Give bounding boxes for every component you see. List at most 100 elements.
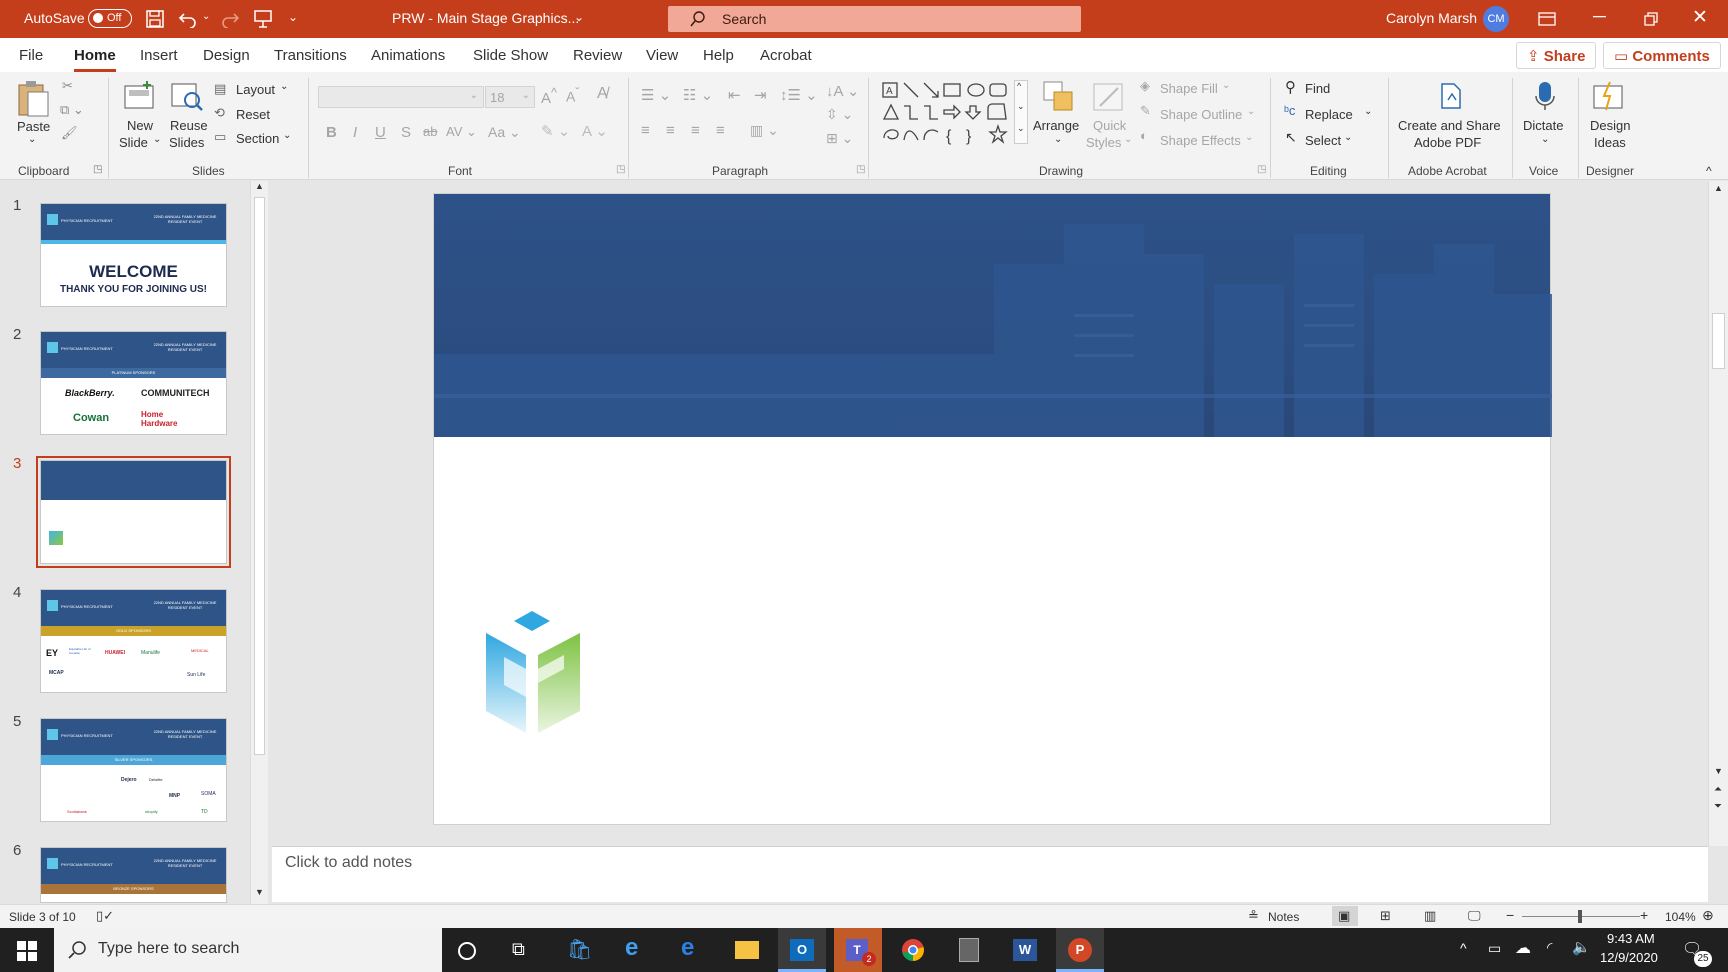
decrease-font-size-icon[interactable]: Aˇ <box>566 86 579 105</box>
clock-time[interactable]: 9:43 AM <box>1607 931 1655 946</box>
select-dropdown-icon[interactable]: ⌄ <box>1344 132 1352 143</box>
taskbar-teams[interactable]: T2 <box>834 928 882 972</box>
slide-sorter-icon[interactable]: ⊞ <box>1380 908 1391 924</box>
new-slide-label[interactable]: New <box>127 118 153 133</box>
shapes-gallery[interactable]: A {} <box>880 80 1014 150</box>
copy-icon[interactable]: ⧉ ⌄ <box>60 102 84 118</box>
text-shadow-icon[interactable]: S <box>401 124 411 141</box>
taskbar-search[interactable]: Type here to search <box>54 928 442 972</box>
slide-thumbnail-6[interactable]: PHYSICIAN RECRUITMENT 22ND ANNUAL FAMILY… <box>40 847 227 903</box>
redo-icon[interactable] <box>220 10 240 28</box>
new-slide-icon[interactable] <box>123 80 157 112</box>
undo-icon[interactable] <box>178 10 198 28</box>
taskbar-outlook[interactable]: O <box>778 928 826 972</box>
slide-thumbnail-3[interactable] <box>40 460 227 564</box>
tab-file[interactable]: File <box>19 47 43 64</box>
tab-help[interactable]: Help <box>703 47 734 64</box>
shapes-gallery-scroll[interactable]: ^ ⌄ ⌄ <box>1014 80 1028 144</box>
shape-effects-dropdown-icon[interactable]: ⌄ <box>1245 132 1253 143</box>
taskbar-ie[interactable]: e <box>611 928 659 972</box>
tab-transitions[interactable]: Transitions <box>274 47 347 64</box>
strikethrough-icon[interactable]: ab <box>423 124 437 139</box>
avatar[interactable]: CM <box>1483 6 1509 32</box>
find-button[interactable]: Find <box>1305 81 1330 96</box>
smartart-icon[interactable]: ⊞ ⌄ <box>826 130 853 147</box>
zoom-out-icon[interactable]: − <box>1506 907 1514 923</box>
comments-button[interactable]: ▭ Comments <box>1603 42 1721 69</box>
shape-fill-button[interactable]: Shape Fill <box>1160 81 1218 96</box>
design-ideas-label-2[interactable]: Ideas <box>1594 135 1626 150</box>
notes-button[interactable]: Notes <box>1268 910 1299 924</box>
layout-button[interactable]: Layout <box>236 82 275 97</box>
taskbar-store[interactable]: 🛍 <box>555 928 603 972</box>
paste-label[interactable]: Paste <box>17 119 50 134</box>
quick-styles-dropdown-icon[interactable]: ⌄ <box>1124 134 1132 145</box>
clipboard-launcher-icon[interactable]: ◳ <box>93 164 102 175</box>
taskbar-calculator[interactable] <box>945 928 993 972</box>
drawing-launcher-icon[interactable]: ◳ <box>1257 164 1266 175</box>
justify-icon[interactable]: ≡ <box>716 122 725 139</box>
windows-start-icon[interactable] <box>17 941 37 961</box>
select-icon[interactable]: ↖ <box>1285 129 1297 146</box>
new-slide-dropdown-icon[interactable]: ⌄ <box>153 134 161 145</box>
shape-effects-button[interactable]: Shape Effects <box>1160 133 1241 148</box>
replace-dropdown-icon[interactable]: ⌄ <box>1364 106 1372 117</box>
align-text-icon[interactable]: ⇳ ⌄ <box>826 106 853 123</box>
restore-icon[interactable] <box>1644 12 1658 26</box>
fit-to-window-icon[interactable]: ⊕ <box>1702 907 1714 924</box>
adobe-pdf-icon[interactable] <box>1438 82 1464 110</box>
columns-icon[interactable]: ▥ ⌄ <box>750 122 779 139</box>
shape-fill-dropdown-icon[interactable]: ⌄ <box>1222 80 1230 91</box>
document-title[interactable]: PRW - Main Stage Graphics... <box>392 10 579 26</box>
customize-toolbar-icon[interactable]: ⌄ <box>288 10 298 24</box>
clock-date[interactable]: 12/9/2020 <box>1600 950 1658 965</box>
previous-slide-icon[interactable]: ⏶ <box>1714 784 1722 795</box>
change-case-icon[interactable]: Aa ⌄ <box>488 124 521 141</box>
align-right-icon[interactable]: ≡ <box>691 122 700 139</box>
undo-dropdown-icon[interactable]: ⌄ <box>202 11 210 22</box>
wifi-icon[interactable]: ◜ <box>1547 939 1552 956</box>
increase-indent-icon[interactable]: ⇥ <box>754 86 767 104</box>
tab-animations[interactable]: Animations <box>371 47 445 64</box>
font-size-dropdown[interactable]: 18 ⌄ <box>485 86 535 108</box>
layout-dropdown-icon[interactable]: ⌄ <box>280 81 288 92</box>
reading-view-icon[interactable]: ▥ <box>1424 908 1436 924</box>
scroll-down-icon[interactable]: ▼ <box>1714 766 1723 776</box>
share-button[interactable]: ⇪ Share <box>1516 42 1597 69</box>
slide-show-icon[interactable]: 🖵 <box>1468 908 1481 924</box>
user-name[interactable]: Carolyn Marsh <box>1386 10 1477 26</box>
paste-dropdown-icon[interactable]: ⌄ <box>28 134 36 145</box>
underline-icon[interactable]: U <box>375 124 386 141</box>
quick-styles-label-2[interactable]: Styles <box>1086 135 1121 150</box>
microphone-icon[interactable] <box>1533 80 1557 112</box>
tab-slide-show[interactable]: Slide Show <box>473 47 548 64</box>
next-slide-icon[interactable]: ⏷ <box>1714 801 1722 812</box>
spelling-icon[interactable]: ▯✓ <box>96 908 114 924</box>
tab-design[interactable]: Design <box>203 47 250 64</box>
reset-button[interactable]: Reset <box>236 107 270 122</box>
zoom-slider-thumb[interactable] <box>1578 910 1582 923</box>
font-color-icon[interactable]: A ⌄ <box>582 122 608 140</box>
section-dropdown-icon[interactable]: ⌄ <box>283 130 291 141</box>
bold-icon[interactable]: B <box>326 124 337 141</box>
tab-insert[interactable]: Insert <box>140 47 178 64</box>
tab-review[interactable]: Review <box>573 47 622 64</box>
zoom-in-icon[interactable]: + <box>1640 907 1648 923</box>
slide-scrollbar[interactable]: ▲ ▼ ⏶ ⏷ <box>1708 181 1728 846</box>
taskbar-word[interactable]: W <box>1001 928 1049 972</box>
shape-fill-icon[interactable]: ◈ <box>1140 78 1150 94</box>
title-dropdown-icon[interactable]: ⌄ <box>574 10 584 24</box>
minimize-icon[interactable]: ─ <box>1593 6 1606 27</box>
paragraph-launcher-icon[interactable]: ◳ <box>856 164 865 175</box>
format-painter-icon[interactable]: 🖌 <box>61 125 78 141</box>
align-center-icon[interactable]: ≡ <box>666 122 675 139</box>
shape-outline-button[interactable]: Shape Outline <box>1160 107 1242 122</box>
present-icon[interactable] <box>253 9 273 29</box>
font-launcher-icon[interactable]: ◳ <box>616 164 625 175</box>
reuse-slides-label[interactable]: Reuse <box>170 118 208 133</box>
layout-icon[interactable]: ▤ <box>214 81 226 97</box>
arrange-icon[interactable] <box>1042 80 1076 114</box>
taskbar-edge[interactable]: e <box>667 928 715 972</box>
shape-effects-icon[interactable]: ◐ <box>1140 128 1148 143</box>
italic-icon[interactable]: I <box>353 124 357 141</box>
